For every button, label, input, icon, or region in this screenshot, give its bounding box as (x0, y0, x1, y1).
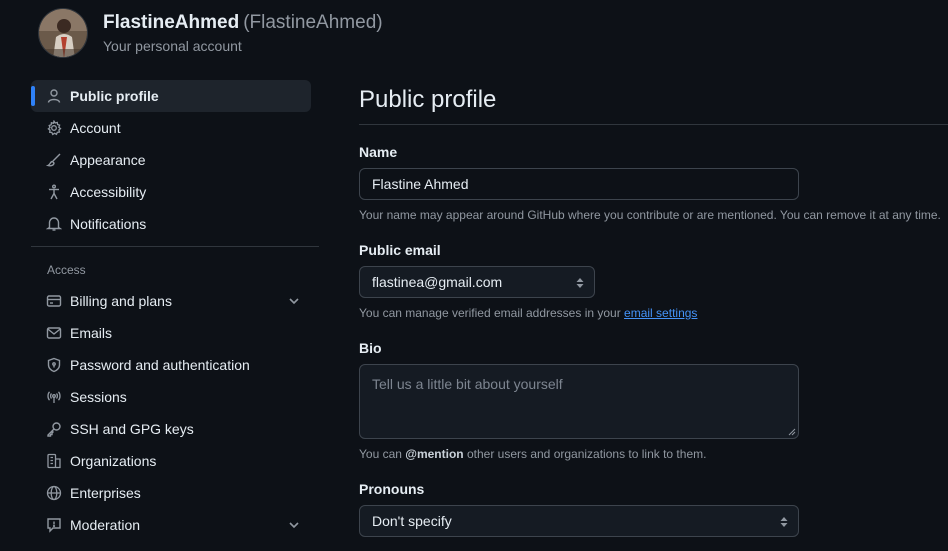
email-note-text: You can manage verified email addresses … (359, 306, 625, 320)
bio-placeholder: Tell us a little bit about yourself (372, 376, 563, 392)
sidebar-item-ssh-gpg[interactable]: SSH and GPG keys (31, 413, 311, 445)
resize-handle-icon[interactable] (788, 428, 796, 436)
email-settings-link[interactable]: email settings (624, 306, 697, 320)
page-title: Public profile (359, 84, 948, 125)
person-icon (46, 88, 62, 104)
sidebar-item-billing[interactable]: Billing and plans (31, 285, 311, 317)
sidebar-item-notifications[interactable]: Notifications (31, 208, 311, 240)
bio-note-mention: @mention (405, 447, 464, 461)
account-header: FlastineAhmed (FlastineAhmed) Your person… (38, 8, 383, 58)
gear-icon (46, 120, 62, 136)
shield-lock-icon (46, 357, 62, 373)
bell-icon (46, 216, 62, 232)
sidebar-section-heading: Access (47, 263, 86, 277)
public-email-value: flastinea@gmail.com (372, 274, 503, 290)
sidebar-item-label: Appearance (70, 152, 146, 168)
sidebar-item-organizations[interactable]: Organizations (31, 445, 311, 477)
bio-label: Bio (359, 340, 382, 356)
sidebar-item-label: Accessibility (70, 184, 147, 200)
report-icon (46, 517, 62, 533)
sidebar-item-enterprises[interactable]: Enterprises (31, 477, 311, 509)
settings-sidebar: Public profile Account Appearance Access… (31, 80, 319, 541)
sidebar-item-public-profile[interactable]: Public profile (31, 80, 311, 112)
email-note: You can manage verified email addresses … (359, 305, 948, 321)
sidebar-item-account[interactable]: Account (31, 112, 311, 144)
sidebar-item-label: Emails (70, 325, 113, 341)
key-icon (46, 421, 62, 437)
name-input-value: Flastine Ahmed (372, 176, 469, 192)
pronouns-select[interactable]: Don't specify (359, 505, 799, 537)
public-profile-form: Public profile Name Flastine Ahmed Your … (359, 84, 948, 537)
bio-note-suffix: other users and organizations to link to… (463, 447, 707, 461)
sidebar-item-label: Notifications (70, 216, 147, 232)
public-email-select[interactable]: flastinea@gmail.com (359, 266, 595, 298)
name-note: Your name may appear around GitHub where… (359, 208, 941, 222)
sidebar-item-label: Enterprises (70, 485, 141, 501)
display-name: FlastineAhmed (103, 12, 240, 33)
sidebar-item-label: Public profile (70, 88, 159, 104)
account-subtitle: Your personal account (103, 38, 242, 54)
name-input[interactable]: Flastine Ahmed (359, 168, 799, 200)
sidebar-item-appearance[interactable]: Appearance (31, 144, 311, 176)
login-name: (FlastineAhmed) (243, 12, 383, 33)
sidebar-item-accessibility[interactable]: Accessibility (31, 176, 311, 208)
sidebar-item-sessions[interactable]: Sessions (31, 381, 311, 413)
bio-note: You can @mention other users and organiz… (359, 446, 948, 462)
chevron-down-icon[interactable] (287, 518, 301, 532)
chevron-down-icon[interactable] (287, 294, 301, 308)
sidebar-item-label: Password and authentication (70, 357, 250, 373)
paintbrush-icon (46, 152, 62, 168)
settings-page: FlastineAhmed (FlastineAhmed) Your person… (0, 0, 948, 551)
select-arrows-icon (780, 517, 788, 527)
sidebar-item-password[interactable]: Password and authentication (31, 349, 311, 381)
select-arrows-icon (576, 278, 584, 288)
sidebar-divider (31, 246, 319, 247)
sidebar-item-label: Account (70, 120, 121, 136)
sidebar-item-label: Organizations (70, 453, 157, 469)
avatar[interactable] (38, 8, 88, 58)
sidebar-item-moderation[interactable]: Moderation (31, 509, 311, 541)
name-label: Name (359, 144, 398, 160)
sidebar-item-label: SSH and GPG keys (70, 421, 194, 437)
sidebar-item-label: Moderation (70, 517, 141, 533)
organization-icon (46, 453, 62, 469)
bio-textarea[interactable]: Tell us a little bit about yourself (359, 364, 799, 439)
account-name[interactable]: FlastineAhmed (FlastineAhmed) (103, 12, 383, 34)
bio-note-prefix: You can (359, 447, 406, 461)
mail-icon (46, 325, 62, 341)
sidebar-item-emails[interactable]: Emails (31, 317, 311, 349)
pronouns-label: Pronouns (359, 481, 425, 497)
accessibility-icon (46, 184, 62, 200)
sidebar-item-label: Sessions (70, 389, 127, 405)
globe-icon (46, 485, 62, 501)
public-email-label: Public email (359, 242, 441, 258)
credit-card-icon (46, 293, 62, 309)
broadcast-icon (46, 389, 62, 405)
sidebar-item-label: Billing and plans (70, 293, 172, 309)
pronouns-value: Don't specify (372, 513, 452, 529)
